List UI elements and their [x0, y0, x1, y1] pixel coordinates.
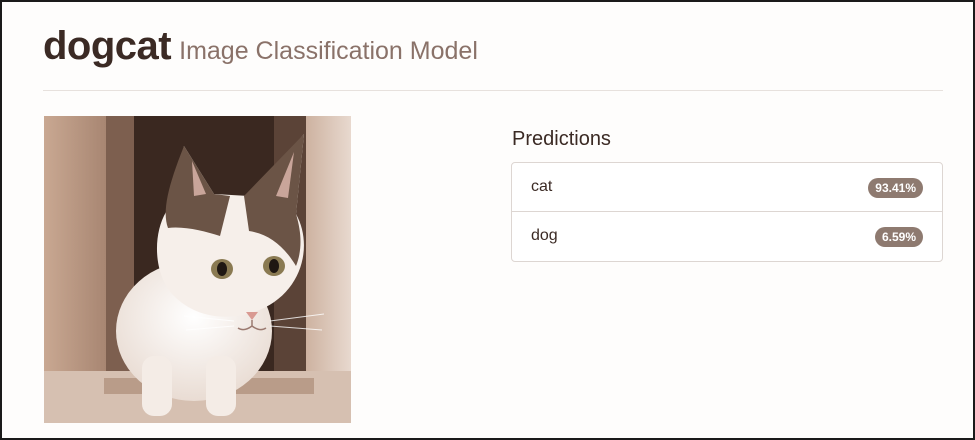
prediction-label: cat: [531, 178, 553, 195]
probability-badge: 93.41%: [868, 178, 923, 198]
app-frame: dogcat Image Classification Model Predic…: [0, 0, 975, 440]
page-header: dogcat Image Classification Model: [43, 24, 478, 69]
uploaded-image: [44, 116, 351, 423]
header-divider: [43, 90, 943, 91]
prediction-label: dog: [531, 227, 558, 244]
list-item: cat 93.41%: [512, 163, 942, 212]
cat-photo: [44, 116, 351, 423]
predictions-heading: Predictions: [512, 128, 611, 150]
probability-badge: 6.59%: [874, 227, 923, 247]
page-subtitle: Image Classification Model: [179, 37, 478, 65]
predictions-list: cat 93.41% dog 6.59%: [511, 162, 943, 262]
brand-title: dogcat: [43, 24, 172, 68]
list-item: dog 6.59%: [512, 212, 942, 261]
